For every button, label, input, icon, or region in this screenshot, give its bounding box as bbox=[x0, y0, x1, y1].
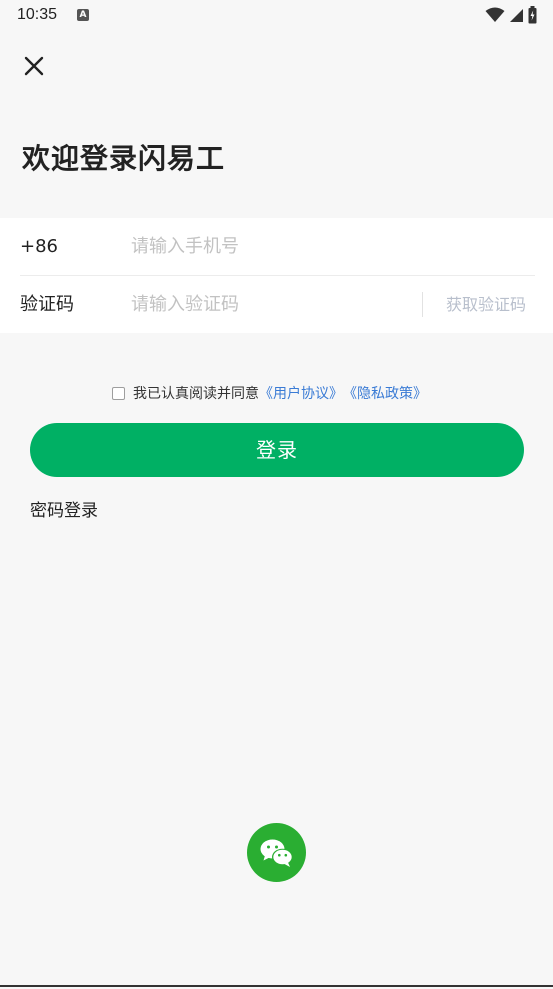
agreement: 我已认真阅读并同意 《用户协议》 《隐私政策》 bbox=[112, 383, 427, 403]
status-time: 10:35 bbox=[17, 6, 58, 23]
code-separator bbox=[422, 292, 423, 317]
phone-input[interactable] bbox=[131, 218, 391, 275]
wechat-icon bbox=[260, 839, 293, 867]
signal-icon bbox=[510, 8, 523, 22]
notification-a-icon: A bbox=[77, 9, 89, 21]
close-icon bbox=[24, 56, 44, 76]
login-button[interactable]: 登录 bbox=[30, 423, 524, 477]
status-icons bbox=[485, 6, 537, 24]
code-row: 验证码 获取验证码 bbox=[0, 276, 553, 333]
wechat-login-button[interactable] bbox=[247, 823, 306, 882]
status-bar: 10:35 A bbox=[0, 0, 553, 32]
get-code-button[interactable]: 获取验证码 bbox=[446, 276, 526, 333]
bottom-divider bbox=[0, 985, 553, 987]
code-input[interactable] bbox=[131, 276, 391, 333]
page-title: 欢迎登录闪易工 bbox=[22, 142, 226, 175]
agreement-text: 我已认真阅读并同意 bbox=[133, 386, 259, 402]
code-label: 验证码 bbox=[20, 294, 74, 315]
user-agreement-link[interactable]: 《用户协议》 bbox=[259, 383, 343, 403]
battery-icon bbox=[528, 6, 537, 24]
password-login-link[interactable]: 密码登录 bbox=[30, 496, 98, 521]
login-form: +86 验证码 获取验证码 bbox=[0, 218, 553, 333]
phone-row: +86 bbox=[0, 218, 553, 275]
agreement-checkbox[interactable] bbox=[112, 386, 125, 400]
close-button[interactable] bbox=[20, 52, 48, 80]
wifi-icon bbox=[485, 7, 505, 22]
country-code[interactable]: +86 bbox=[20, 218, 58, 275]
privacy-policy-link[interactable]: 《隐私政策》 bbox=[343, 383, 427, 403]
